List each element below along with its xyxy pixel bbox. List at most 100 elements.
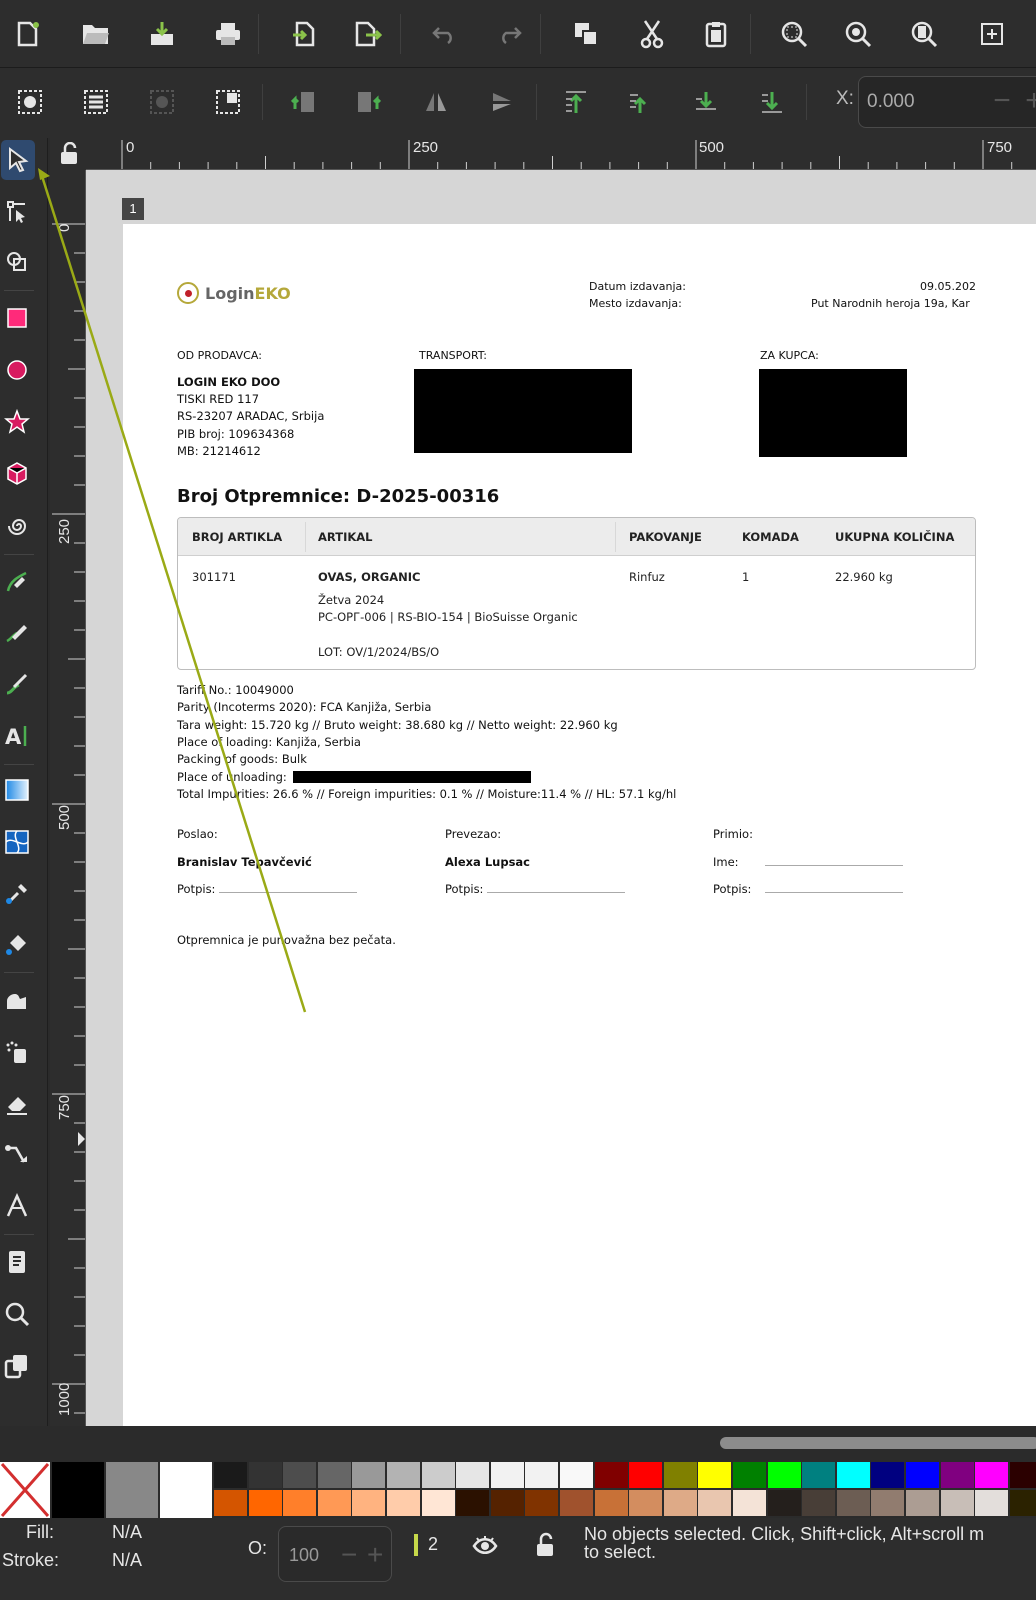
color-swatch[interactable] [767,1462,801,1488]
no-paint-swatch[interactable] [0,1462,50,1518]
document-page[interactable]: Login EKO Datum izdavanja: 09.05.202 Mest… [123,224,1036,1426]
color-swatch[interactable] [836,1462,870,1488]
clone-tool-icon[interactable] [0,1346,34,1386]
color-swatch[interactable] [975,1462,1009,1488]
spray-tool-icon[interactable] [0,1032,34,1072]
select-same-icon[interactable] [208,82,248,122]
color-swatch[interactable] [836,1490,870,1516]
color-swatch[interactable] [106,1462,158,1518]
cut-icon[interactable] [632,14,672,54]
color-swatch[interactable] [698,1462,732,1488]
layer-visibility-eye-icon[interactable] [472,1534,498,1563]
layer-lock-icon[interactable] [534,1532,556,1563]
x-increment-icon[interactable]: + [1019,86,1036,117]
tweak-tool-icon[interactable] [0,980,34,1020]
x-decrement-icon[interactable]: − [987,86,1017,117]
eraser-tool-icon[interactable] [0,1084,34,1124]
color-swatch[interactable] [352,1490,386,1516]
zoom-selection-icon[interactable] [774,14,814,54]
color-swatch[interactable] [560,1462,593,1488]
connector-tool-icon[interactable] [0,1136,34,1176]
color-swatch[interactable] [906,1462,939,1488]
rotate-cw-icon[interactable] [348,82,388,122]
color-swatch[interactable] [663,1490,697,1516]
spiral-tool-icon[interactable] [0,506,34,546]
pages-tool-icon[interactable] [0,1242,34,1282]
color-swatch[interactable] [490,1462,524,1488]
paint-bucket-tool-icon[interactable] [0,924,34,964]
color-swatch[interactable] [248,1462,282,1488]
open-file-icon[interactable] [76,14,116,54]
ellipse-tool-icon[interactable] [0,350,34,390]
raise-to-top-icon[interactable] [556,82,596,122]
duplicate-icon[interactable] [566,14,606,54]
color-swatch[interactable] [456,1490,490,1516]
color-swatch[interactable] [283,1490,317,1516]
color-swatch[interactable] [283,1462,317,1488]
color-swatch[interactable] [802,1462,836,1488]
print-icon[interactable] [208,14,248,54]
gradient-tool-icon[interactable] [0,770,34,810]
color-swatch[interactable] [560,1490,593,1516]
scrollbar-thumb[interactable] [720,1437,1036,1449]
page-number-badge[interactable]: 1 [122,198,144,220]
color-swatch[interactable] [421,1490,455,1516]
opacity-decrement-icon[interactable]: − [341,1539,357,1571]
calligraphy-tool-icon[interactable] [0,664,34,704]
pencil-tool-icon[interactable] [0,612,34,652]
color-swatch[interactable] [525,1462,559,1488]
stroke-value[interactable]: N/A [112,1550,142,1571]
color-swatch[interactable] [214,1490,247,1516]
flip-horizontal-icon[interactable] [416,82,456,122]
color-swatch[interactable] [940,1490,974,1516]
color-swatch[interactable] [663,1462,697,1488]
undo-icon[interactable] [424,14,464,54]
color-swatch[interactable] [629,1490,663,1516]
color-swatch[interactable] [214,1462,247,1488]
paste-icon[interactable] [696,14,736,54]
color-swatch[interactable] [421,1462,455,1488]
color-swatch[interactable] [317,1490,351,1516]
deselect-icon[interactable] [142,82,182,122]
color-swatch[interactable] [1009,1462,1036,1488]
color-swatch[interactable] [871,1462,905,1488]
zoom-center-icon[interactable] [972,14,1012,54]
color-swatch[interactable] [975,1490,1009,1516]
color-swatch[interactable] [767,1490,801,1516]
color-swatch[interactable] [940,1462,974,1488]
opacity-field[interactable]: − + [278,1526,392,1582]
select-all-layers-icon[interactable] [76,82,116,122]
node-tool-icon[interactable] [0,192,34,232]
color-swatch[interactable] [387,1490,420,1516]
x-coordinate-field[interactable]: − + [858,76,1036,128]
measure-tool-icon[interactable] [0,1186,34,1226]
color-swatch[interactable] [490,1490,524,1516]
selector-tool-icon[interactable] [1,140,35,180]
shape-builder-tool-icon[interactable] [0,242,34,282]
color-swatch[interactable] [629,1462,663,1488]
zoom-page-icon[interactable] [904,14,944,54]
x-coordinate-input[interactable] [867,89,977,115]
lower-icon[interactable] [686,82,726,122]
color-swatch[interactable] [698,1490,732,1516]
color-swatch[interactable] [52,1462,104,1518]
rotate-ccw-icon[interactable] [284,82,324,122]
color-swatch[interactable] [387,1462,420,1488]
dropper-tool-icon[interactable] [0,874,34,914]
raise-icon[interactable] [620,82,660,122]
redo-icon[interactable] [490,14,530,54]
color-swatch[interactable] [906,1490,939,1516]
zoom-drawing-icon[interactable] [838,14,878,54]
export-page-icon[interactable] [284,14,324,54]
color-swatch[interactable] [733,1462,766,1488]
horizontal-scrollbar[interactable] [0,1426,1036,1460]
color-swatch[interactable] [317,1462,351,1488]
layer-name[interactable]: 2 [428,1534,438,1555]
flip-vertical-icon[interactable] [482,82,522,122]
color-swatch[interactable] [525,1490,559,1516]
drawing-canvas[interactable]: 1 Login EKO Datum izdavanja: 09.05.202 Me… [86,170,1036,1426]
fill-value[interactable]: N/A [112,1522,142,1543]
vertical-ruler[interactable]: 0 250 500 750 1000 [50,170,86,1426]
color-swatch[interactable] [802,1490,836,1516]
text-tool-icon[interactable]: A [0,716,34,756]
